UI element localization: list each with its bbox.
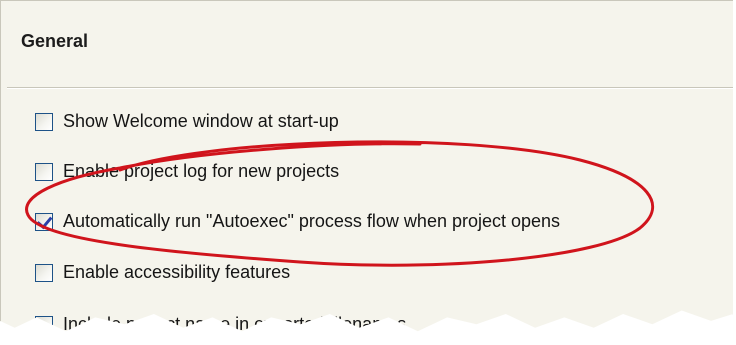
checkbox-include-project-name[interactable]: [35, 315, 53, 332]
option-accessibility[interactable]: Enable accessibility features: [35, 262, 290, 283]
checkmark-icon: [36, 212, 53, 229]
option-enable-project-log[interactable]: Enable project log for new projects: [35, 161, 339, 182]
checkbox-accessibility[interactable]: [35, 263, 53, 282]
option-show-welcome[interactable]: Show Welcome window at start-up: [35, 111, 339, 132]
checkbox-show-welcome[interactable]: [35, 112, 53, 131]
option-autoexec[interactable]: Automatically run "Autoexec" process flo…: [35, 211, 560, 232]
options-panel: General Show Welcome window at start-up …: [0, 0, 733, 334]
option-include-project-name[interactable]: Include project name in exported filenam…: [35, 314, 407, 334]
section-title: General: [21, 31, 89, 51]
section-divider: [7, 87, 733, 89]
checkbox-autoexec[interactable]: [35, 212, 53, 231]
option-label: Automatically run "Autoexec" process flo…: [63, 211, 561, 231]
option-label: Include project name in exported filenam…: [63, 314, 407, 334]
checkbox-enable-project-log[interactable]: [35, 162, 53, 181]
screenshot-frame: General Show Welcome window at start-up …: [0, 0, 736, 344]
option-label: Show Welcome window at start-up: [63, 111, 339, 131]
option-label: Enable accessibility features: [63, 262, 291, 282]
option-label: Enable project log for new projects: [63, 161, 340, 181]
